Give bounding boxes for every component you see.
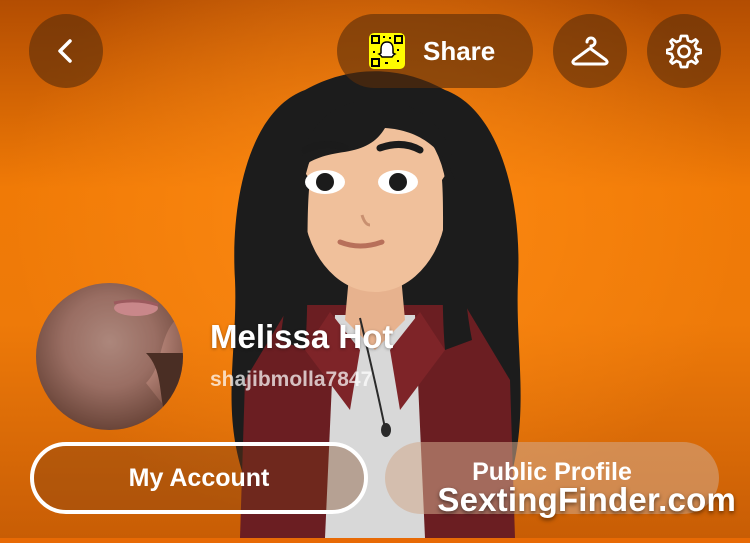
- username: shajibmolla7847: [210, 368, 373, 391]
- gear-icon: [666, 34, 702, 69]
- watermark: SextingFinder.com: [437, 481, 736, 518]
- display-name: Melissa Hot: [210, 318, 394, 355]
- profile-photo-image: [36, 283, 183, 430]
- settings-button[interactable]: [647, 14, 721, 88]
- share-label: Share: [423, 35, 496, 66]
- share-button[interactable]: Share: [337, 14, 533, 88]
- chevron-left-icon: [58, 39, 72, 63]
- back-button[interactable]: [29, 14, 103, 88]
- my-account-label: My Account: [128, 463, 270, 492]
- profile-photo[interactable]: [36, 283, 183, 430]
- snapcode-icon: [369, 33, 405, 69]
- my-account-button[interactable]: My Account: [30, 442, 368, 514]
- hanger-icon: [571, 36, 609, 66]
- outfit-button[interactable]: [553, 14, 627, 88]
